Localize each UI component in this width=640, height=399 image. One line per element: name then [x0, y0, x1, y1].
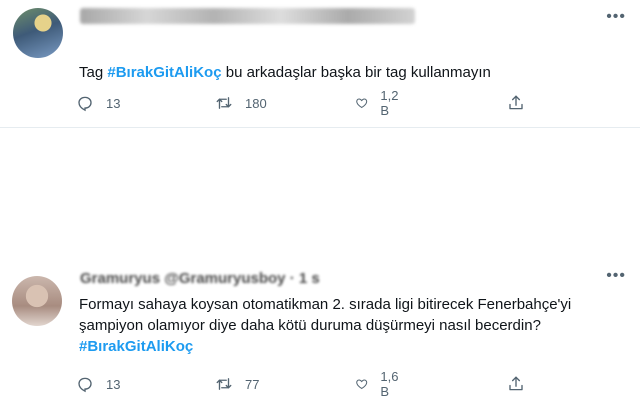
tweet-text-suffix: bu arkadaşlar başka bir tag kullanmayın [221, 64, 491, 81]
hashtag-link[interactable]: #BırakGitAliKoç [107, 64, 221, 81]
tweet-text-line: şampiyon olamıyor diye daha kötü duruma … [79, 317, 541, 334]
reply-count: 13 [106, 95, 121, 111]
reply-count: 13 [106, 376, 121, 392]
retweet-count: 77 [245, 376, 260, 392]
tweet-text-prefix: Tag [79, 64, 108, 81]
more-icon[interactable]: ••• [606, 8, 626, 26]
like-button[interactable]: 1,2 B [355, 88, 403, 118]
avatar[interactable] [13, 8, 63, 58]
share-button[interactable] [507, 94, 525, 112]
reply-icon [78, 377, 92, 393]
like-icon [356, 98, 368, 109]
like-icon [356, 379, 368, 390]
like-count: 1,6 B [380, 369, 399, 399]
tweet[interactable]: ••• Tag #BırakGitAliKoç bu arkadaşlar ba… [0, 0, 640, 127]
retweet-button[interactable]: 180 [215, 94, 267, 112]
author-header-blurred [80, 8, 415, 24]
reply-button[interactable]: 13 [76, 94, 120, 112]
hashtag-link[interactable]: #BırakGitAliKoç [79, 336, 571, 357]
share-icon [509, 376, 523, 391]
retweet-button[interactable]: 77 [215, 375, 259, 393]
retweet-icon [216, 97, 232, 109]
tweet-text: Formayı sahaya koysan otomatikman 2. sır… [79, 294, 571, 357]
author-header-blurred: Gramuryus @Gramuryusboy · 1 s [80, 270, 320, 287]
tweet-text-line: Formayı sahaya koysan otomatikman 2. sır… [79, 296, 572, 313]
avatar[interactable] [12, 276, 62, 326]
share-button[interactable] [507, 375, 525, 393]
share-icon [509, 95, 523, 110]
like-button[interactable]: 1,6 B [355, 369, 403, 399]
tweet[interactable]: Gramuryus @Gramuryusboy · 1 s ••• Formay… [0, 128, 640, 399]
reply-icon [78, 96, 92, 112]
retweet-count: 180 [245, 95, 267, 111]
reply-button[interactable]: 13 [76, 375, 120, 393]
tweet-text: Tag #BırakGitAliKoç bu arkadaşlar başka … [79, 62, 491, 83]
retweet-icon [216, 378, 232, 390]
more-icon[interactable]: ••• [606, 267, 626, 285]
like-count: 1,2 B [380, 88, 399, 118]
